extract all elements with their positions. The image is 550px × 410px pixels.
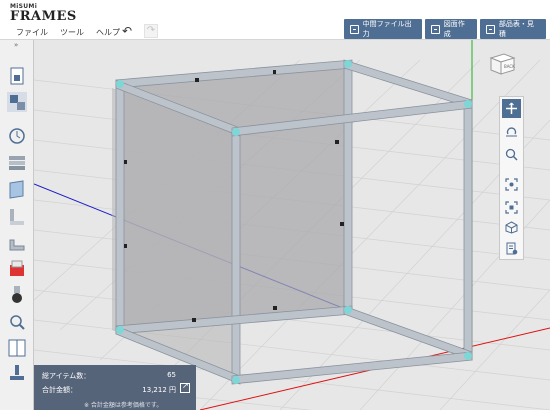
view-cube-icon[interactable] [502, 218, 521, 237]
accessory-icon[interactable] [6, 258, 28, 280]
adjuster-foot-icon[interactable] [6, 363, 28, 385]
redo-icon[interactable]: ↷ [144, 24, 158, 38]
app-header: MiSUMi FRAMES ファイル ツール ヘルプ ↶ ↷ 中間ファイル出力 … [0, 0, 550, 40]
menu-bar: ファイル ツール ヘルプ [16, 27, 120, 38]
bracket-icon[interactable] [6, 206, 28, 228]
right-toolbar [499, 96, 524, 260]
parts-list-icon[interactable] [502, 239, 521, 258]
item-count-row: 総アイテム数： 65 [42, 371, 176, 381]
layout-split-icon[interactable] [6, 337, 28, 359]
corner-bracket-icon[interactable] [6, 232, 28, 254]
history-icon[interactable] [6, 125, 28, 147]
menu-tools[interactable]: ツール [60, 27, 84, 38]
zoom-icon[interactable] [502, 145, 521, 164]
new-document-icon[interactable] [6, 65, 28, 87]
drawing-icon [431, 24, 440, 34]
frame-model-scene[interactable] [34, 40, 550, 410]
drawing-create-button[interactable]: 図面作成 [425, 19, 477, 39]
total-price-label: 合計金額： [42, 386, 77, 394]
menu-file[interactable]: ファイル [16, 27, 48, 38]
parts-select-icon[interactable] [6, 91, 28, 113]
collapse-toolbar-icon[interactable]: » [14, 41, 18, 49]
drawing-create-label: 図面作成 [443, 20, 465, 38]
caster-icon[interactable] [6, 284, 28, 306]
frame-profile-icon[interactable] [6, 151, 28, 173]
intermediate-file-export-label: 中間ファイル出力 [362, 20, 412, 38]
export-icon [350, 24, 359, 34]
view-cube-widget[interactable]: BACK [486, 50, 516, 76]
open-external-icon[interactable] [180, 381, 190, 393]
price-note: ※ 合計金額は参考価格です。 [84, 402, 163, 409]
search-icon[interactable] [6, 311, 28, 333]
intermediate-file-export-button[interactable]: 中間ファイル出力 [344, 19, 422, 39]
summary-panel: 総アイテム数： 65 合計金額： 13,212 円 ※ 合計金額は参考価格です。 [34, 365, 196, 410]
parts-list-estimate-button[interactable]: 部品表・見積 [480, 19, 546, 39]
panel-icon[interactable] [6, 178, 28, 200]
view-cube-label: BACK [504, 64, 515, 69]
move-icon[interactable] [502, 99, 521, 118]
fit-view-icon[interactable] [502, 175, 521, 194]
parts-list-estimate-label: 部品表・見積 [498, 20, 534, 38]
left-toolbar: » [0, 40, 34, 410]
total-price-row: 合計金額： 13,212 円 [42, 385, 176, 395]
undo-icon[interactable]: ↶ [122, 25, 136, 37]
cart-icon [486, 24, 495, 34]
fit-selection-icon[interactable] [502, 198, 521, 217]
total-price-value: 13,212 円 [142, 386, 176, 394]
item-count-value: 65 [167, 371, 176, 379]
app-logo: FRAMES [10, 9, 77, 24]
3d-viewport[interactable]: BACK [34, 40, 550, 410]
rotate-icon[interactable] [502, 122, 521, 141]
item-count-label: 総アイテム数： [42, 372, 91, 380]
menu-help[interactable]: ヘルプ [96, 27, 120, 38]
